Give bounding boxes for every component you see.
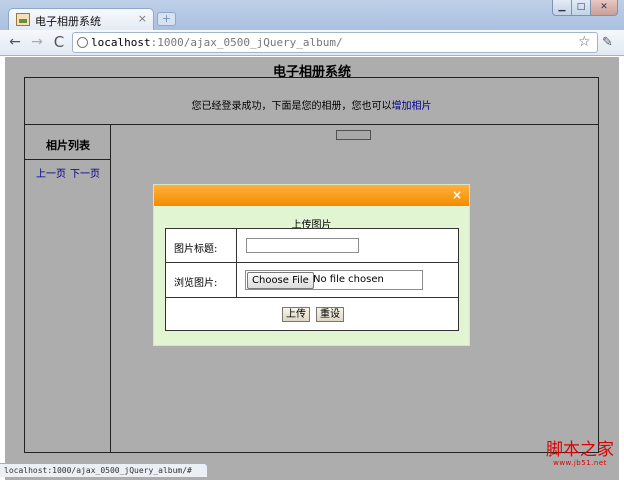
watermark-url: www.jb51.net bbox=[553, 459, 607, 467]
form-row-file: 浏览图片: Choose File No file chosen bbox=[166, 263, 458, 298]
reload-icon[interactable]: C bbox=[50, 33, 68, 51]
new-tab-button[interactable]: + bbox=[157, 12, 176, 26]
browser-toolbar: ← → C localhost:1000/ajax_0500_jQuery_al… bbox=[0, 30, 624, 56]
browser-tabstrip: 电子相册系统 × + ▁ □ ✕ bbox=[0, 0, 624, 30]
file-status-text: No file chosen bbox=[313, 274, 384, 285]
site-watermark: 脚本之家 www.jb51.net bbox=[540, 441, 620, 467]
upload-dialog: × 上传图片 图片标题: 浏览图片: Choose File No file c… bbox=[153, 184, 470, 346]
upload-button[interactable]: 上传 bbox=[282, 307, 310, 322]
label-cell: 浏览图片: bbox=[166, 263, 237, 297]
upload-form: 图片标题: 浏览图片: Choose File No file chosen 上… bbox=[165, 228, 459, 331]
tab-close-icon[interactable]: × bbox=[138, 12, 147, 25]
form-row-actions: 上传 重设 bbox=[166, 298, 458, 331]
url-path: :1000/ajax_0500_jQuery_album/ bbox=[150, 36, 343, 49]
back-arrow-icon[interactable]: ← bbox=[6, 33, 24, 51]
url-host: localhost bbox=[91, 36, 151, 49]
browser-tab[interactable]: 电子相册系统 × bbox=[8, 8, 154, 30]
window-minimize-button[interactable]: ▁ bbox=[552, 0, 572, 16]
status-url-bubble: localhost:1000/ajax_0500_jQuery_album/# bbox=[0, 463, 208, 477]
watermark-brand: 脚本之家 bbox=[546, 440, 614, 460]
window-close-button[interactable]: ✕ bbox=[590, 0, 618, 16]
address-url: localhost:1000/ajax_0500_jQuery_album/ bbox=[91, 36, 343, 49]
file-label: 浏览图片: bbox=[174, 278, 218, 289]
form-row-title: 图片标题: bbox=[166, 229, 458, 263]
dialog-titlebar[interactable]: × bbox=[154, 185, 469, 206]
forward-arrow-icon[interactable]: → bbox=[28, 33, 46, 51]
reset-button[interactable]: 重设 bbox=[316, 307, 344, 322]
label-cell: 图片标题: bbox=[166, 229, 237, 262]
close-icon[interactable]: × bbox=[452, 188, 462, 202]
window-maximize-button[interactable]: □ bbox=[571, 0, 591, 16]
page-viewport: 电子相册系统 您已经登录成功，下面是您的相册，您也可以增加相片 相片列表 上一页… bbox=[5, 57, 619, 480]
album-page: 电子相册系统 您已经登录成功，下面是您的相册，您也可以增加相片 相片列表 上一页… bbox=[5, 57, 619, 480]
title-input[interactable] bbox=[246, 238, 359, 253]
page-info-icon[interactable] bbox=[77, 37, 88, 48]
choose-file-button[interactable]: Choose File bbox=[247, 272, 314, 289]
title-label: 图片标题: bbox=[174, 244, 218, 255]
wrench-menu-icon[interactable]: ✎ bbox=[602, 35, 613, 50]
address-bar[interactable]: localhost:1000/ajax_0500_jQuery_album/ bbox=[72, 32, 598, 53]
bookmark-star-icon[interactable]: ☆ bbox=[578, 34, 591, 50]
page-favicon-icon bbox=[16, 13, 30, 26]
tab-title: 电子相册系统 bbox=[35, 15, 101, 28]
